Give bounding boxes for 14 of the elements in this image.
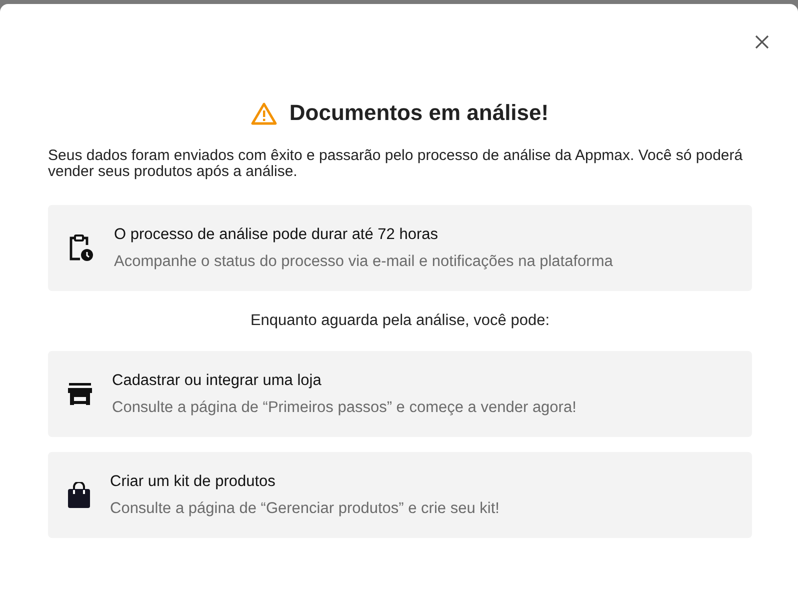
card-title: O processo de análise pode durar até 72 horas	[114, 226, 439, 244]
card-description: Consulte a página de “Primeiros passos” e começe a vender agora!	[112, 398, 576, 416]
subheading: Enquanto aguarda pela análise, você pode:	[249, 312, 551, 330]
warning-icon	[251, 102, 278, 124]
dialog-title: Documentos em análise!	[289, 100, 549, 126]
card-title: Cadastrar ou integrar uma loja	[112, 372, 322, 390]
clipboard-clock-icon	[68, 234, 94, 262]
card-title: Criar um kit de produtos	[110, 472, 276, 490]
shopping-bag-icon	[68, 482, 90, 508]
close-icon	[755, 35, 769, 49]
card-description: Consulte a página de “Gerenciar produtos” e crie seu kit!	[110, 500, 500, 518]
storefront-icon	[68, 383, 92, 405]
intro-text: Seus dados foram enviados com êxito e passarão pelo processo de análise da Appmax. Você só poderá vender seus produtos após a análise.	[48, 148, 744, 180]
card-description: Acompanhe o status do processo via e-mail e notificações na plataforma	[114, 252, 613, 270]
